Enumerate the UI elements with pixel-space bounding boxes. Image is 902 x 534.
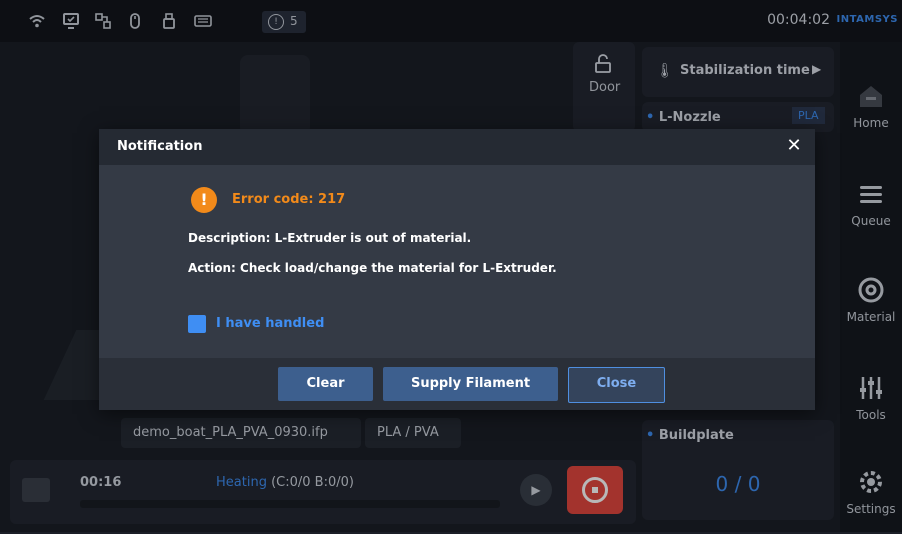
supply-filament-button[interactable]: Supply Filament <box>383 367 558 401</box>
close-button[interactable]: Close <box>568 367 665 403</box>
clear-button[interactable]: Clear <box>278 367 373 401</box>
notification-dialog: Notification ✕ ! Error code: 217 Descrip… <box>99 129 815 410</box>
error-description: Description: L-Extruder is out of materi… <box>188 231 472 245</box>
dialog-title: Notification <box>117 139 203 154</box>
error-action: Action: Check load/change the material f… <box>188 261 557 275</box>
warning-icon: ! <box>191 187 217 213</box>
error-code: Error code: 217 <box>232 192 346 207</box>
dialog-header: Notification ✕ <box>99 129 815 165</box>
dialog-footer: Clear Supply Filament Close <box>99 358 815 410</box>
close-icon[interactable]: ✕ <box>783 135 805 157</box>
handled-checkbox[interactable] <box>188 315 206 333</box>
handled-checkbox-label[interactable]: I have handled <box>216 316 324 331</box>
